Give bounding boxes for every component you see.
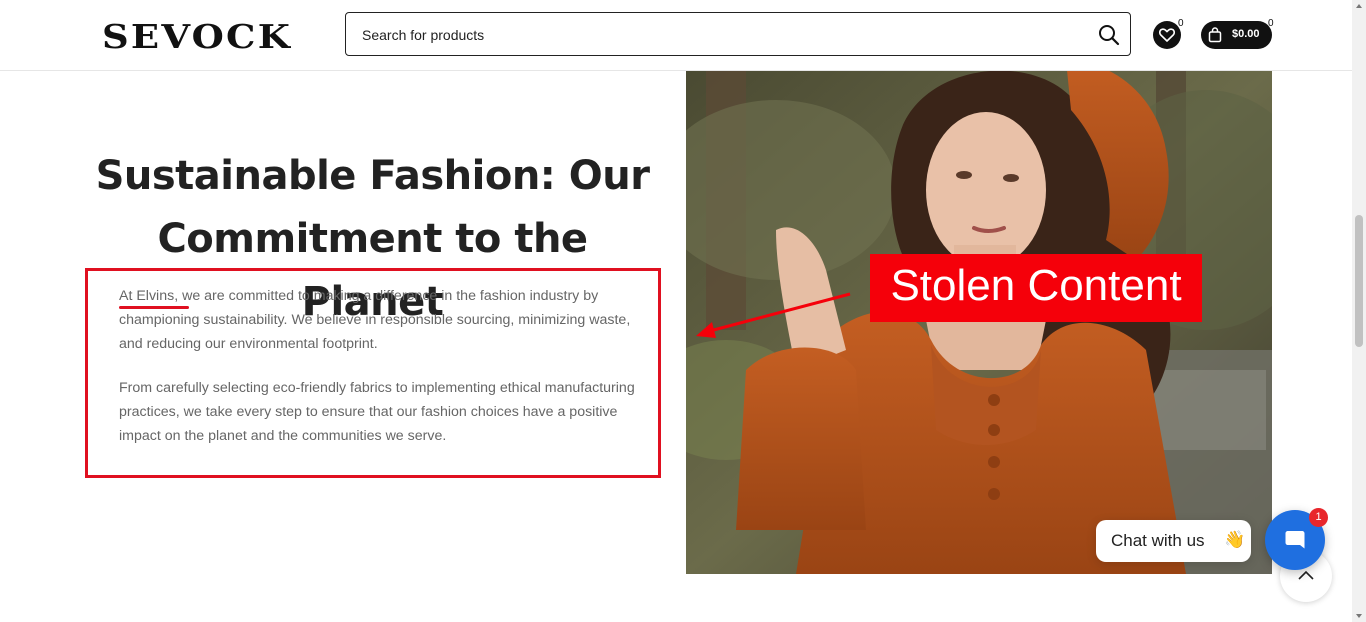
stolen-content-label: Stolen Content [870, 254, 1202, 322]
brand-underline [119, 306, 189, 309]
paragraph-2: From carefully selecting eco-friendly fa… [119, 380, 635, 444]
wishlist-button[interactable] [1153, 21, 1181, 49]
cart-button[interactable]: $0.00 [1201, 21, 1272, 49]
page: SEVOCK 0 $0.00 0 Sustaina [0, 0, 1366, 622]
scroll-up-arrow-icon[interactable] [1356, 4, 1362, 8]
chat-unread-badge: 1 [1309, 508, 1328, 527]
cart-total: $0.00 [1232, 28, 1260, 40]
page-scrollbar[interactable] [1352, 0, 1366, 622]
site-logo[interactable]: SEVOCK [102, 17, 292, 56]
paragraph-1: At Elvins, we are committed to making a … [119, 288, 631, 352]
search-bar [345, 12, 1131, 57]
annotation-arrow [696, 292, 851, 338]
scroll-down-arrow-icon[interactable] [1356, 614, 1362, 618]
search-icon[interactable] [1098, 24, 1120, 46]
cart-count: 0 [1268, 18, 1274, 29]
chat-greeting-bubble[interactable]: Chat with us 👋 [1096, 520, 1251, 562]
chat-icon [1285, 531, 1305, 549]
heart-icon [1159, 28, 1175, 42]
search-input[interactable] [360, 13, 1084, 57]
chat-greeting-text: Chat with us [1111, 531, 1205, 550]
wave-emoji: 👋 [1224, 530, 1246, 549]
shopping-bag-icon [1208, 27, 1222, 43]
wishlist-count: 0 [1178, 18, 1184, 29]
scrollbar-thumb[interactable] [1355, 215, 1363, 347]
chevron-up-icon [1298, 570, 1314, 580]
site-header: SEVOCK 0 $0.00 0 [0, 0, 1352, 71]
